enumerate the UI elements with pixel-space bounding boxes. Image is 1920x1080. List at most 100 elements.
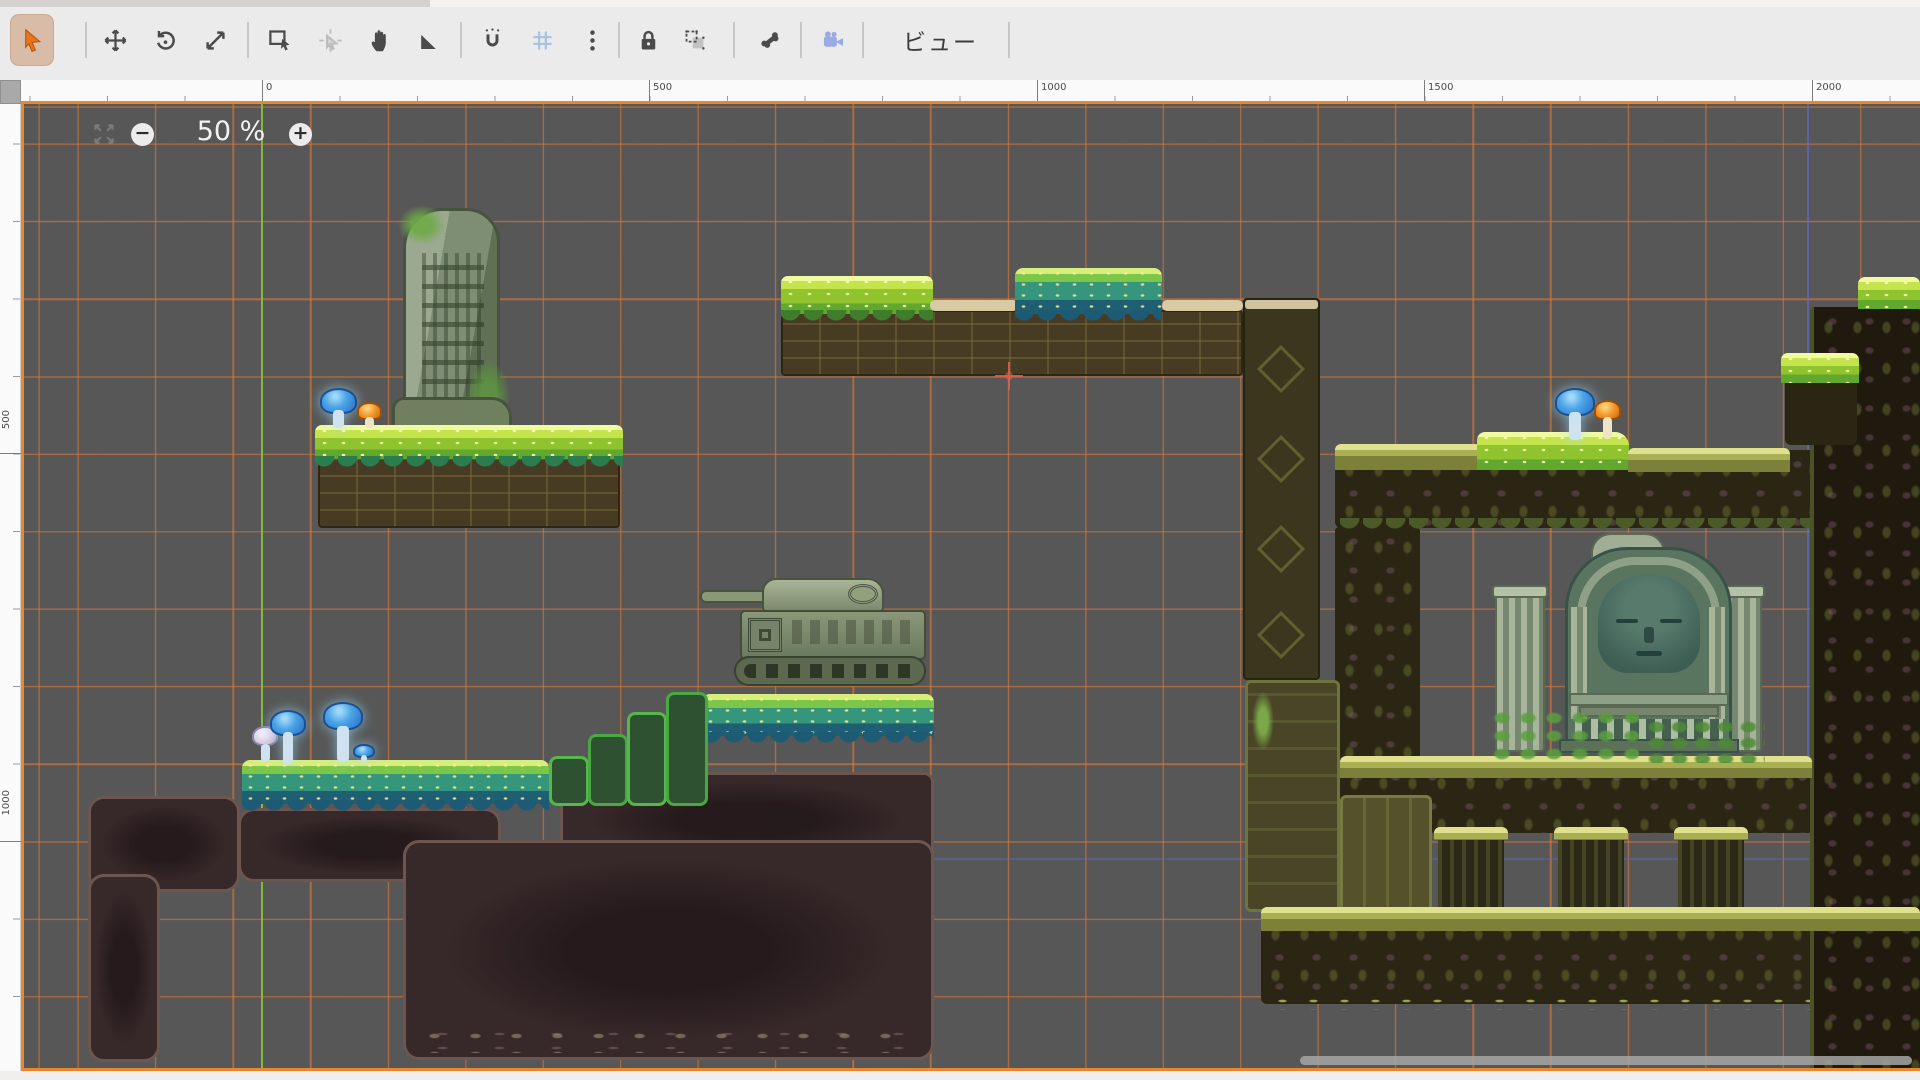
view-menu-button[interactable]: ビュー xyxy=(893,14,988,66)
toolbar: ビュー xyxy=(0,0,1920,80)
teal-platform-fringe xyxy=(242,800,549,818)
ruin-pillar-2[interactable] xyxy=(1558,833,1624,916)
toolbar-separator xyxy=(800,22,802,58)
level-editor-window: ビュー 0 500 1000 1500 2000 500 1000 xyxy=(0,0,1920,1080)
rotate-tool-button[interactable] xyxy=(143,14,187,66)
lock-tool-button[interactable] xyxy=(626,14,670,66)
toolbar-separator xyxy=(460,22,462,58)
mossy-block-a[interactable] xyxy=(1245,680,1340,912)
big-cave-block[interactable] xyxy=(403,840,934,1060)
right-platform-fringe xyxy=(1340,518,1810,532)
move-tool-button[interactable] xyxy=(93,14,137,66)
corner-tool-button[interactable] xyxy=(406,14,450,66)
fit-view-icon[interactable] xyxy=(91,121,117,147)
pan-hand-button[interactable] xyxy=(358,14,402,66)
toolbar-separator xyxy=(85,22,87,58)
vertical-ruler: 500 1000 xyxy=(0,104,21,1071)
monolith-platform-fringe xyxy=(315,456,623,473)
top-platform-grass-left[interactable] xyxy=(781,276,933,314)
zoom-out-button[interactable]: − xyxy=(131,123,154,146)
ruin-pillar-3-cap xyxy=(1674,827,1748,840)
teal-platform-grass[interactable] xyxy=(242,760,549,804)
cave-mottle xyxy=(414,1027,918,1053)
mushroom-blue-right[interactable] xyxy=(1555,388,1595,440)
statue-face xyxy=(1598,575,1700,673)
top-platform-tan-edge xyxy=(930,300,1018,311)
tank[interactable] xyxy=(700,572,928,698)
bone-tool-button[interactable] xyxy=(748,14,792,66)
mushroom-orange-right[interactable] xyxy=(1594,400,1621,440)
ruin-pillar-1-cap xyxy=(1434,827,1508,840)
camera-icon xyxy=(820,27,847,54)
monolith-moss xyxy=(398,205,446,245)
scene-canvas[interactable]: − 50 % + xyxy=(21,104,1920,1071)
top-platform-tan-edge2 xyxy=(1162,300,1243,311)
mask-icon xyxy=(682,27,709,54)
move-icon xyxy=(102,27,129,54)
ruler-major-tick xyxy=(0,453,21,454)
canvas-frame-left xyxy=(21,104,24,1071)
stone-face-statue[interactable] xyxy=(1495,533,1762,760)
mushroom-blue-bottom-1[interactable] xyxy=(270,710,306,764)
tank-platform-fringe xyxy=(702,732,934,750)
ruler-corner xyxy=(0,80,21,104)
cave-bracket-column[interactable] xyxy=(88,874,160,1062)
toolbar-separator xyxy=(1008,22,1010,58)
statue-pillar-left-cap xyxy=(1492,585,1548,598)
mushroom-orange-left-top[interactable] xyxy=(357,402,382,428)
ruin-pillar-2-cap xyxy=(1554,827,1628,840)
origin-axis-line xyxy=(261,104,263,1071)
ruin-pillar-1[interactable] xyxy=(1438,833,1504,916)
mushroom-blue-left-top[interactable] xyxy=(320,388,357,428)
right-top-step-grass[interactable] xyxy=(1858,277,1920,309)
statue-step1 xyxy=(1569,693,1729,706)
snap-magnet-button[interactable] xyxy=(470,14,514,66)
zoom-in-button[interactable]: + xyxy=(289,123,312,146)
camera-tool-button[interactable] xyxy=(811,14,855,66)
vine-stairs[interactable] xyxy=(549,688,709,808)
magnet-icon xyxy=(479,27,506,54)
tank-body-lines xyxy=(792,620,918,644)
dim-cursor-icon xyxy=(317,27,344,54)
ruler-label: 1000 xyxy=(1041,82,1066,93)
statue-vines xyxy=(1489,709,1639,761)
horizontal-scrollbar[interactable] xyxy=(1300,1056,1912,1065)
zoom-level-label: 50 % xyxy=(176,116,286,147)
ruler-major-tick xyxy=(0,841,21,842)
window-bottom-strip xyxy=(0,1071,1920,1080)
ruler-label: 1000 xyxy=(1,790,12,815)
tank-platform-grass[interactable] xyxy=(702,694,934,736)
ruin-pillar-3[interactable] xyxy=(1678,833,1744,916)
toolbar-separator xyxy=(733,22,735,58)
ruler-label: 500 xyxy=(1,410,12,429)
resize-tool-button[interactable] xyxy=(193,14,237,66)
ruler-label: 2000 xyxy=(1816,82,1841,93)
tank-hatch xyxy=(848,584,878,604)
mushroom-blue-tiny[interactable] xyxy=(353,744,375,762)
mossy-block-b[interactable] xyxy=(1340,795,1432,912)
grid-icon xyxy=(529,27,556,54)
rotate-icon xyxy=(152,27,179,54)
tab-strip-active xyxy=(0,0,430,7)
ruler-label: 500 xyxy=(653,82,672,93)
kebab-icon xyxy=(579,27,606,54)
toolbar-separator xyxy=(618,22,620,58)
top-platform-grass-teal[interactable] xyxy=(1015,268,1162,314)
diamond-column[interactable] xyxy=(1243,298,1320,680)
pick-cursor-button[interactable] xyxy=(308,14,352,66)
origin-point-marker[interactable] xyxy=(995,362,1023,390)
select-instances-button[interactable] xyxy=(258,14,302,66)
more-options-button[interactable] xyxy=(570,14,614,66)
select-cursor-button[interactable] xyxy=(10,14,54,66)
mask-tool-button[interactable] xyxy=(673,14,717,66)
mossy-monolith[interactable] xyxy=(403,208,500,426)
grid-toggle-button[interactable] xyxy=(520,14,564,66)
tab-strip-rest xyxy=(430,0,1920,7)
toolbar-separator xyxy=(247,22,249,58)
resize-icon xyxy=(202,27,229,54)
select-rect-cursor-icon xyxy=(267,27,294,54)
ruler-label: 0 xyxy=(266,82,272,93)
hand-icon xyxy=(367,27,394,54)
right-ledge-step-grass xyxy=(1781,353,1859,383)
monolith-platform-grass[interactable] xyxy=(315,425,623,459)
